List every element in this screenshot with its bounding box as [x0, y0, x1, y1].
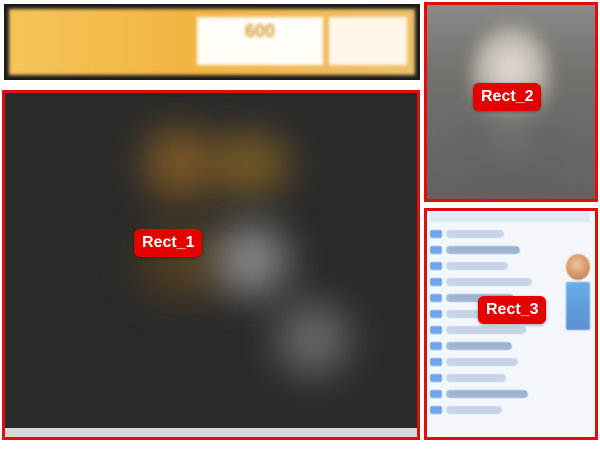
chat-message-bar	[446, 326, 526, 334]
blurred-light-gray-1	[216, 224, 288, 296]
chat-user-icon	[430, 278, 442, 286]
top-banner-container: 600	[4, 4, 420, 80]
banner-center-box: 600	[197, 17, 323, 65]
chat-user-icon	[430, 294, 442, 302]
chat-message-row[interactable]	[430, 244, 558, 256]
top-banner[interactable]: 600	[9, 9, 415, 75]
chat-message-bar	[446, 342, 512, 350]
user-avatar-icon	[566, 254, 590, 280]
chat-message-row[interactable]	[430, 340, 558, 352]
chat-user-icon	[430, 342, 442, 350]
chat-message-bar	[446, 230, 504, 238]
banner-right-text[interactable]	[329, 17, 407, 65]
chat-user-icon	[430, 358, 442, 366]
annotation-label-rect-3: Rect_3	[478, 296, 547, 324]
chat-message-bar	[446, 278, 532, 286]
chat-message-bar	[446, 262, 508, 270]
annotation-label-rect-1: Rect_1	[134, 229, 203, 257]
blurred-light-gray-2	[276, 302, 350, 376]
chat-user-icon	[430, 374, 442, 382]
chat-panel[interactable]	[426, 210, 596, 438]
chat-message-row[interactable]	[430, 388, 558, 400]
chat-user-icon	[430, 310, 442, 318]
video-bottom-bar	[4, 428, 418, 438]
chat-user-icon	[430, 326, 442, 334]
blurred-light-orange-2	[209, 134, 289, 194]
chat-message-row[interactable]	[430, 276, 558, 288]
annotation-label-rect-2: Rect_2	[473, 83, 542, 111]
chat-message-row[interactable]	[430, 260, 558, 272]
blurred-light-orange-1	[144, 128, 214, 198]
chat-message-list[interactable]	[430, 228, 558, 420]
chat-message-row[interactable]	[430, 372, 558, 384]
chat-message-bar	[446, 390, 528, 398]
banner-center-number: 600	[244, 21, 276, 41]
chat-message-row[interactable]	[430, 228, 558, 240]
blurred-shoulders	[451, 114, 571, 200]
chat-message-bar	[446, 358, 518, 366]
chat-user-icon	[430, 230, 442, 238]
chat-user-icon	[430, 390, 442, 398]
chat-message-bar	[446, 406, 502, 414]
banner-left-text	[17, 19, 195, 63]
chat-message-bar	[446, 246, 520, 254]
chat-message-row[interactable]	[430, 404, 558, 416]
screenshot-canvas: 600 Rect_1 Rect_2 Rect_3	[0, 0, 600, 450]
chat-message-row[interactable]	[430, 356, 558, 368]
avatar-sidebar-strip	[566, 282, 590, 330]
chat-user-icon	[430, 262, 442, 270]
main-video-panel[interactable]	[4, 92, 418, 438]
chat-message-row[interactable]	[430, 324, 558, 336]
chat-user-icon	[430, 406, 442, 414]
chat-user-icon	[430, 246, 442, 254]
chat-header	[430, 212, 590, 222]
chat-message-bar	[446, 374, 506, 382]
